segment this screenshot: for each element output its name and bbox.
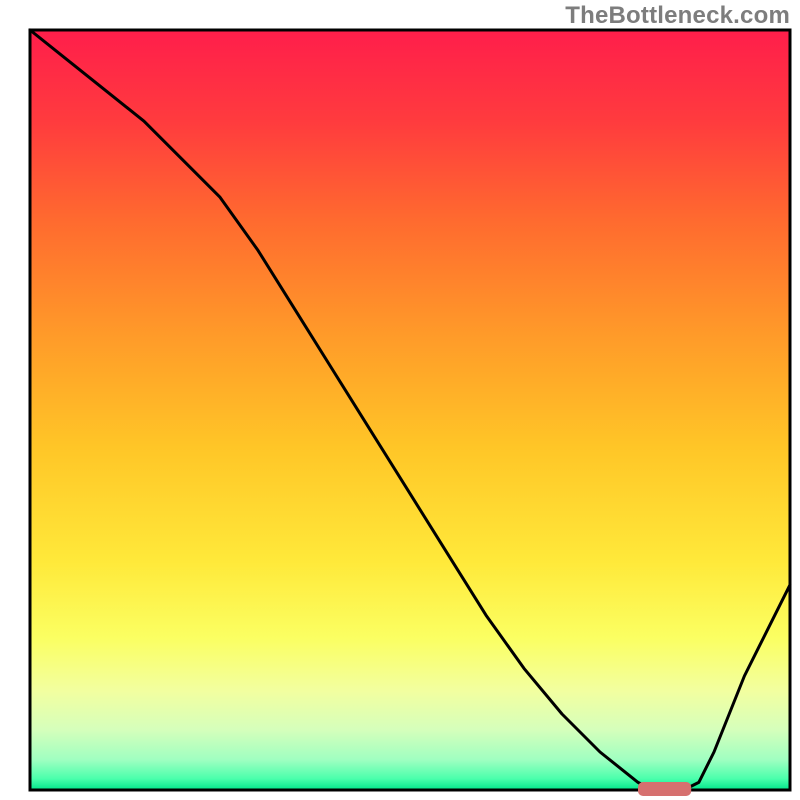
- chart-container: TheBottleneck.com: [0, 0, 800, 800]
- plot-background: [30, 30, 790, 790]
- bottleneck-curve-chart: [0, 0, 800, 800]
- optimal-marker: [638, 782, 691, 796]
